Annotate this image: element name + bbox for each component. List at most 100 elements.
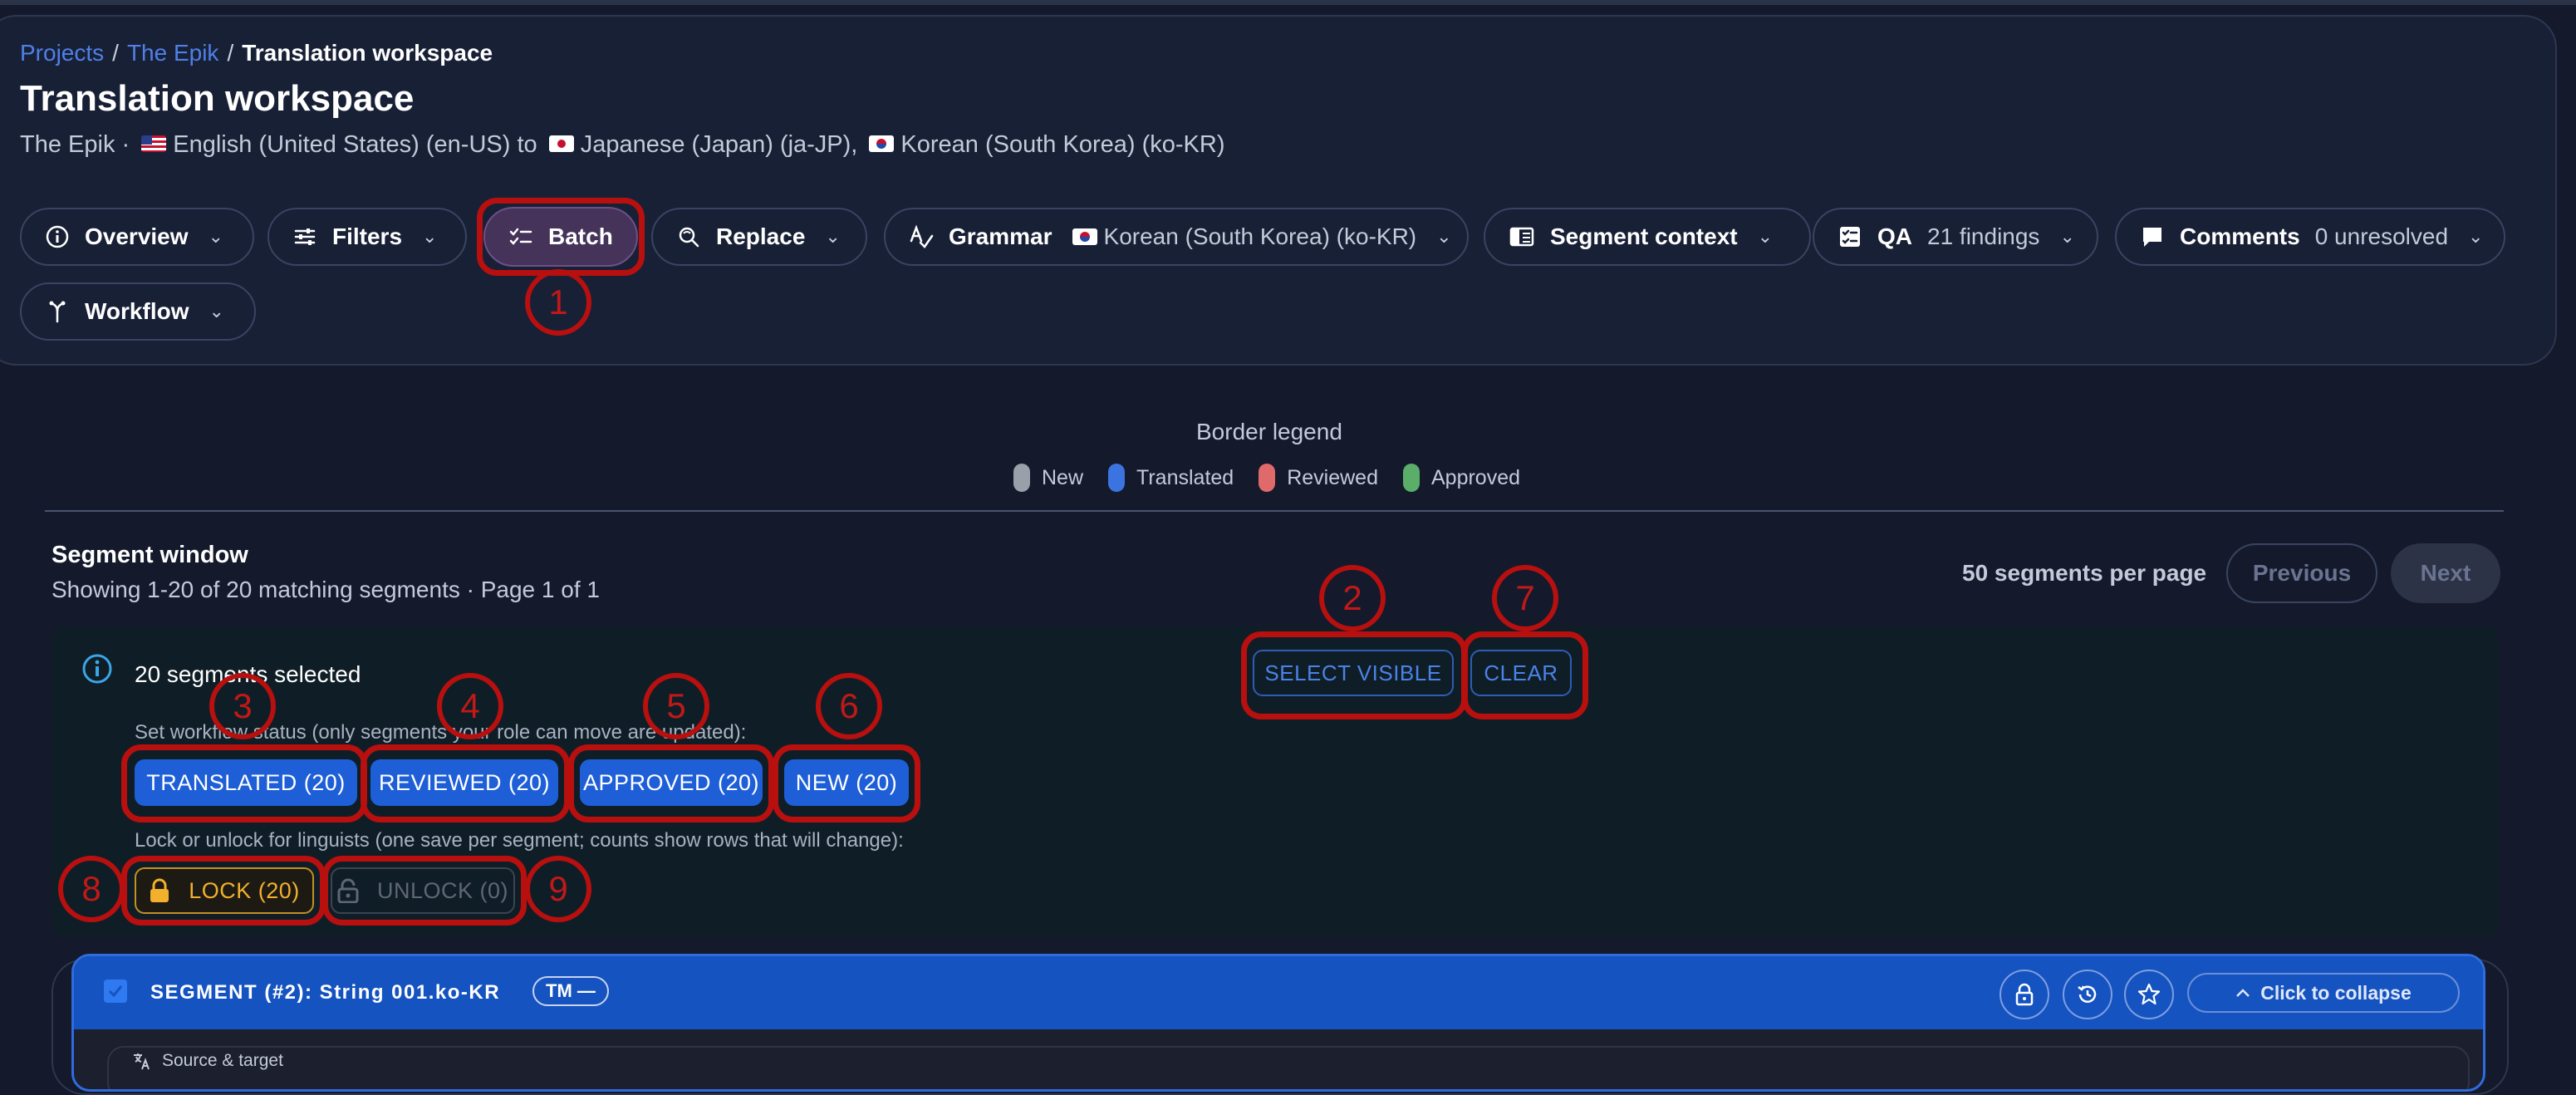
subtitle-project: The Epik · xyxy=(20,131,130,158)
legend-label: Approved xyxy=(1430,465,1521,489)
subtitle-source-lang: English (United States) (en-US) to xyxy=(173,131,537,158)
chevron-down-icon: ⌄ xyxy=(1436,226,1452,247)
korea-flag-icon xyxy=(1072,228,1097,245)
history-icon xyxy=(2078,985,2097,1003)
info-icon xyxy=(46,225,69,248)
legend-item-reviewed: Reviewed xyxy=(1259,464,1378,492)
subtitle-target-lang-ko: Korean (South Korea) (ko-KR) xyxy=(900,131,1225,158)
legend-label: Reviewed xyxy=(1287,465,1378,489)
legend-label: Translated xyxy=(1136,465,1234,489)
overview-button[interactable]: Overview ⌄ xyxy=(20,208,254,266)
annotation-highlight-approved xyxy=(568,744,774,822)
legend-label: New xyxy=(1042,465,1084,489)
grammar-language-text: Korean (South Korea) (ko-KR) xyxy=(1103,223,1417,249)
filters-label: Filters xyxy=(332,223,403,249)
comments-button[interactable]: Comments 0 unresolved ⌄ xyxy=(2115,208,2505,266)
annotation-number: 4 xyxy=(437,673,503,739)
checkmark-icon xyxy=(108,985,123,998)
legend-title: Border legend xyxy=(1196,419,1342,444)
legend-item-translated: Translated xyxy=(1108,464,1234,492)
previous-page-button[interactable]: Previous xyxy=(2226,543,2377,603)
annotation-number: 3 xyxy=(209,673,276,739)
annotation-highlight-translated xyxy=(121,744,367,822)
translate-icon xyxy=(134,1053,150,1070)
workflow-fork-icon xyxy=(49,301,66,323)
annotation-number: 2 xyxy=(1319,565,1386,631)
sidebar-panel-icon xyxy=(1509,227,1534,247)
chevron-down-icon: ⌄ xyxy=(209,301,224,322)
segment-context-button[interactable]: Segment context ⌄ xyxy=(1484,208,1811,266)
breadcrumb-separator: / xyxy=(227,40,234,66)
qa-checklist-icon xyxy=(1840,227,1860,247)
breadcrumb-current: Translation workspace xyxy=(242,40,493,66)
annotation-highlight-select-visible xyxy=(1241,631,1467,719)
chevron-down-icon: ⌄ xyxy=(422,226,438,247)
divider xyxy=(45,510,2504,512)
qa-label: QA xyxy=(1877,223,1912,249)
page-subtitle: The Epik · English (United States) (en-U… xyxy=(20,131,1224,159)
comments-label: Comments xyxy=(2180,223,2300,249)
header-card xyxy=(0,15,2557,366)
next-page-button[interactable]: Next xyxy=(2391,543,2500,603)
workflow-label: Workflow xyxy=(85,298,189,324)
segment-title: SEGMENT (#2): String 001.ko-KR xyxy=(150,981,501,1004)
qa-findings-count: 21 findings xyxy=(1927,223,2040,249)
qa-button[interactable]: QA 21 findings ⌄ xyxy=(1813,208,2098,266)
annotation-highlight-new xyxy=(773,744,920,822)
breadcrumb: Projects / The Epik / Translation workspace xyxy=(20,40,493,66)
segment-window-summary: Showing 1-20 of 20 matching segments · P… xyxy=(52,577,600,602)
segment-lock-button[interactable] xyxy=(1999,970,2049,1019)
tm-badge: TM — xyxy=(532,976,609,1006)
workflow-button[interactable]: Workflow ⌄ xyxy=(20,282,256,341)
page-title: Translation workspace xyxy=(20,78,415,119)
korea-flag-icon xyxy=(869,135,895,153)
lock-unlock-label: Lock or unlock for linguists (one save p… xyxy=(135,829,904,852)
replace-button[interactable]: Replace ⌄ xyxy=(651,208,867,266)
legend-swatch-icon xyxy=(1013,464,1030,492)
chevron-down-icon: ⌄ xyxy=(2059,226,2075,247)
breadcrumb-project-link[interactable]: The Epik xyxy=(127,40,219,66)
top-edge xyxy=(0,0,2576,5)
annotation-highlight-unlock xyxy=(322,856,527,926)
grammar-label: Grammar xyxy=(949,223,1052,249)
annotation-number: 6 xyxy=(816,673,882,739)
segment-history-button[interactable] xyxy=(2063,970,2112,1019)
segment-star-button[interactable] xyxy=(2124,970,2174,1019)
chevron-up-icon xyxy=(2236,989,2250,997)
spellcheck-icon xyxy=(910,224,934,248)
annotation-number: 9 xyxy=(525,856,591,922)
annotation-highlight-clear xyxy=(1462,631,1588,719)
annotation-number: 8 xyxy=(58,856,125,922)
us-flag-icon xyxy=(141,135,167,153)
chevron-down-icon: ⌄ xyxy=(825,226,841,247)
japan-flag-icon xyxy=(548,135,574,153)
segments-per-page: 50 segments per page xyxy=(1962,560,2207,586)
legend-swatch-icon xyxy=(1402,464,1420,492)
legend-swatch-icon xyxy=(1108,464,1126,492)
breadcrumb-separator: / xyxy=(112,40,119,66)
segment-window-title: Segment window xyxy=(52,542,248,568)
segment-header-bar: SEGMENT (#2): String 001.ko-KR TM — Clic… xyxy=(74,956,2483,1029)
find-replace-icon xyxy=(679,227,699,248)
annotation-number: 1 xyxy=(525,269,591,336)
annotation-number: 5 xyxy=(643,673,709,739)
annotation-highlight-lock xyxy=(121,856,326,926)
replace-label: Replace xyxy=(716,223,806,249)
source-target-panel xyxy=(107,1046,2470,1089)
annotation-highlight-reviewed xyxy=(361,744,570,822)
grammar-language: Korean (South Korea) (ko-KR) xyxy=(1067,223,1417,250)
collapse-segment-button[interactable]: Click to collapse xyxy=(2187,973,2460,1013)
collapse-label: Click to collapse xyxy=(2260,981,2412,1004)
source-target-text: Source & target xyxy=(162,1051,283,1070)
grammar-button[interactable]: Grammar Korean (South Korea) (ko-KR) ⌄ xyxy=(884,208,1469,266)
border-legend: New Translated Reviewed Approved xyxy=(1013,464,1520,492)
annotation-number: 7 xyxy=(1492,565,1558,631)
star-icon xyxy=(2137,983,2161,1005)
segment-checkbox[interactable] xyxy=(104,980,127,1003)
source-target-label: Source & target xyxy=(132,1051,283,1071)
lock-icon xyxy=(2015,983,2034,1006)
legend-swatch-icon xyxy=(1259,464,1276,492)
info-icon xyxy=(82,654,112,684)
filters-button[interactable]: Filters ⌄ xyxy=(267,208,467,266)
breadcrumb-projects-link[interactable]: Projects xyxy=(20,40,104,66)
